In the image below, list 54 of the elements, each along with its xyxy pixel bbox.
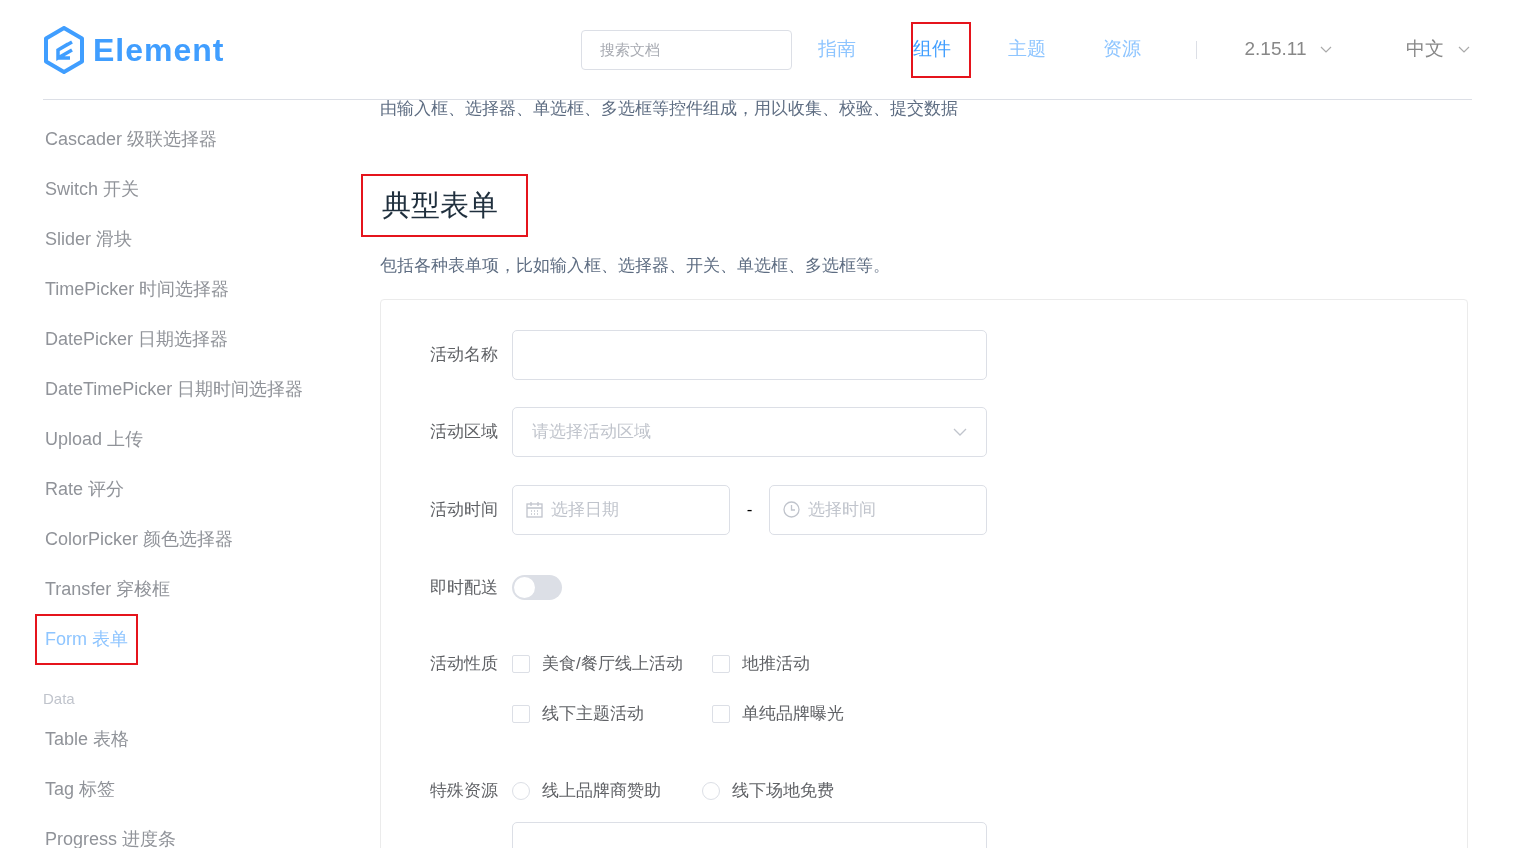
sidebar-group-title: Data [43,688,75,709]
sidebar-link[interactable]: Cascader 级联选择器 [43,123,220,155]
sidebar-link[interactable]: Rate 评分 [43,473,127,505]
chevron-down-icon [1458,46,1470,53]
search-field[interactable]: 搜索文档 [581,29,793,70]
checkbox-label: 线下主题活动 [542,702,644,725]
nav-link[interactable]: 指南 [816,21,877,78]
nav-link[interactable]: 组件 [911,21,972,78]
logo-wordmark: Element [93,30,225,70]
sidebar-link[interactable]: ColorPicker 颜色选择器 [43,523,236,555]
time-picker-field[interactable]: 选择时间 [769,484,987,535]
hexagon-logo-icon [43,25,85,74]
form-label: 活动性质 [430,652,498,675]
sidebar-link[interactable]: TimePicker 时间选择器 [43,273,232,305]
sidebar-link[interactable]: Switch 开关 [43,173,142,205]
section-heading: 典型表单 [361,173,528,237]
checkbox-label: 美食/餐厅线上活动 [542,652,683,675]
sidebar-link[interactable]: Transfer 穿梭框 [43,573,173,605]
checkbox-label: 地推活动 [742,652,810,675]
sidebar-link[interactable]: DateTimePicker 日期时间选择器 [43,373,306,405]
section-description: 包括各种表单项，比如输入框、选择器、开关、单选框、多选框等。 [380,255,891,277]
radio-label: 线下场地免费 [732,779,834,802]
sidebar-link[interactable]: Tag 标签 [43,773,118,805]
calendar-icon [526,501,543,518]
checkbox[interactable] [512,704,530,723]
text-input-field[interactable] [512,329,987,380]
language-dropdown[interactable]: 中文 [1406,35,1470,64]
checkbox[interactable] [712,704,730,723]
select-field[interactable]: 请选择活动区域 [512,406,987,457]
form-label: 活动时间 [430,498,498,521]
clock-icon [783,501,800,518]
chevron-down-icon [953,427,967,436]
chevron-down-icon [1320,46,1333,53]
form-label: 特殊资源 [430,779,498,802]
sidebar-link[interactable]: Slider 滑块 [43,223,135,255]
form-label: 活动区域 [430,420,498,443]
nav-link[interactable]: 主题 [1006,21,1067,78]
toggle-switch[interactable] [512,575,562,600]
date-picker-field[interactable]: 选择日期 [512,484,730,535]
intro-text: 由输入框、选择器、单选框、多选框等控件组成，用以收集、校验、提交数据 [380,98,959,120]
sidebar-link[interactable]: Table 表格 [43,723,132,755]
sidebar-link[interactable]: Form 表单 [35,613,138,665]
version-dropdown[interactable]: 2.15.11 [1244,35,1333,64]
sidebar-link[interactable]: DatePicker 日期选择器 [43,323,231,355]
checkbox[interactable] [712,654,730,673]
nav-link[interactable]: 资源 [1101,21,1162,78]
form-label: 即时配送 [430,576,498,599]
radio-label: 线上品牌商赞助 [542,779,661,802]
range-separator: - [745,498,754,521]
checkbox-label: 单纯品牌曝光 [742,702,844,725]
sidebar-link[interactable]: Progress 进度条 [43,823,179,848]
sidebar-link[interactable]: Upload 上传 [43,423,146,455]
checkbox[interactable] [512,654,530,673]
form-label: 活动名称 [430,343,498,366]
